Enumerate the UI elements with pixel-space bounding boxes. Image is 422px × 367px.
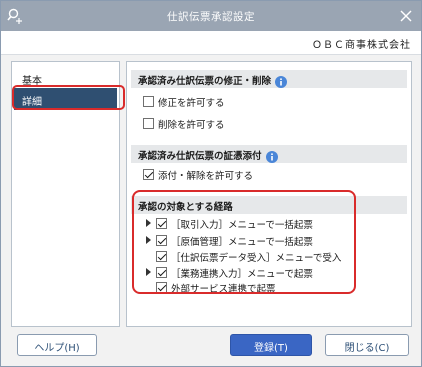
highlight-box-detail: [12, 85, 125, 110]
allow-attach-checkbox[interactable]: [143, 169, 154, 180]
close-icon[interactable]: [395, 5, 417, 27]
company-bar: ＯＢＣ商事株式会社: [1, 31, 421, 55]
info-icon[interactable]: [265, 150, 278, 163]
allow-delete-checkbox[interactable]: [143, 118, 154, 129]
allow-modify-checkbox[interactable]: [143, 96, 154, 107]
section-title-evidence: 承認済み仕訳伝票の証憑添付: [138, 151, 262, 162]
section-header-evidence: 承認済み仕訳伝票の証憑添付: [131, 145, 407, 163]
allow-modify-label: 修正を許可する: [158, 98, 225, 109]
allow-delete-label: 削除を許可する: [158, 120, 225, 131]
dialog-window: 仕訳伝票承認設定 ＯＢＣ商事株式会社 基本 詳細 承認済み仕訳伝票の修正・削除 …: [0, 0, 422, 367]
help-button[interactable]: ヘルプ(H): [17, 334, 97, 356]
section-title-modify-delete: 承認済み仕訳伝票の修正・削除: [138, 76, 272, 87]
window-title: 仕訳伝票承認設定: [167, 11, 255, 23]
company-name: ＯＢＣ商事株式会社: [312, 40, 411, 51]
title-bar: 仕訳伝票承認設定: [1, 1, 421, 31]
close-button[interactable]: 閉じる(C): [325, 334, 409, 356]
highlight-box-routes: [132, 190, 356, 294]
info-icon[interactable]: [275, 75, 288, 88]
section-header-modify-delete: 承認済み仕訳伝票の修正・削除: [131, 70, 407, 88]
register-button[interactable]: 登録(T): [230, 334, 312, 356]
allow-attach-label: 添付・解除を許可する: [158, 171, 254, 182]
